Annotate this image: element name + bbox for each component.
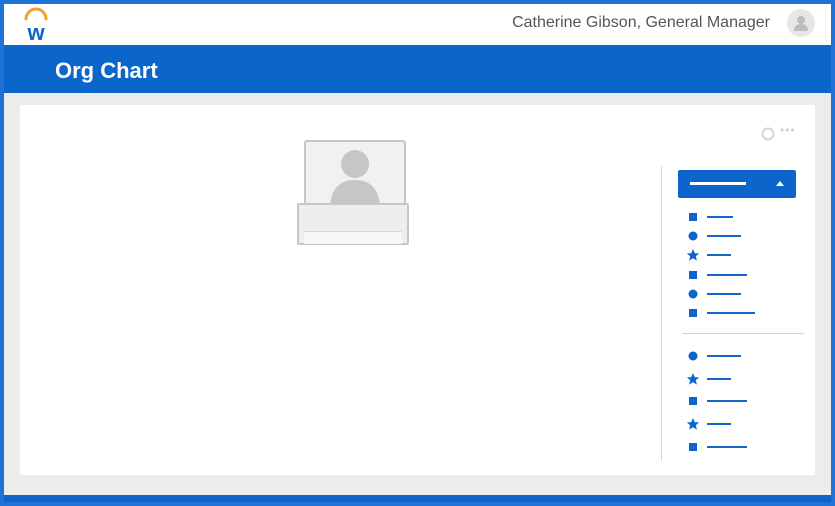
legend-item[interactable] bbox=[686, 268, 796, 282]
legend-item[interactable] bbox=[686, 248, 796, 262]
legend-item[interactable] bbox=[686, 372, 796, 386]
legend-item[interactable] bbox=[686, 287, 796, 301]
square-icon bbox=[689, 271, 697, 279]
star-icon bbox=[686, 249, 700, 261]
legend-item-line bbox=[707, 446, 747, 448]
employee-card-footer bbox=[304, 231, 402, 244]
title-bar: Org Chart bbox=[4, 45, 831, 93]
legend-item-line bbox=[707, 235, 741, 237]
legend-item[interactable] bbox=[686, 394, 796, 408]
legend-item[interactable] bbox=[686, 417, 796, 431]
legend-panel bbox=[661, 166, 804, 461]
workday-logo[interactable]: w bbox=[19, 7, 53, 43]
star-icon bbox=[686, 373, 700, 385]
chevron-up-icon bbox=[776, 181, 784, 186]
star-icon bbox=[686, 418, 700, 430]
legend-divider bbox=[682, 333, 804, 334]
user-avatar-icon[interactable] bbox=[787, 9, 815, 37]
legend-item-line bbox=[707, 355, 741, 357]
top-bar: w Catherine Gibson, General Manager bbox=[4, 4, 831, 45]
circle-icon bbox=[688, 231, 698, 241]
legend-item-line bbox=[707, 254, 731, 256]
user-name[interactable]: Catherine Gibson, General Manager bbox=[512, 14, 770, 32]
legend-header-line bbox=[690, 182, 746, 185]
legend-item-line bbox=[707, 423, 731, 425]
legend-item-line bbox=[707, 293, 741, 295]
square-icon bbox=[689, 443, 697, 451]
legend-item-line bbox=[707, 312, 755, 314]
legend-item-line bbox=[707, 216, 733, 218]
org-chart-canvas: ••• bbox=[20, 105, 815, 475]
legend-item-line bbox=[707, 274, 747, 276]
legend-toggle-button[interactable] bbox=[678, 170, 796, 198]
page-title: Org Chart bbox=[55, 58, 158, 83]
legend-item-line bbox=[707, 400, 747, 402]
app-window: w Catherine Gibson, General Manager Org … bbox=[4, 4, 831, 502]
bottom-bar bbox=[4, 495, 831, 502]
employee-card-body bbox=[297, 203, 409, 245]
square-icon bbox=[689, 213, 697, 221]
square-icon bbox=[689, 309, 697, 317]
square-icon bbox=[689, 397, 697, 405]
legend-item[interactable] bbox=[686, 210, 796, 224]
employee-card[interactable] bbox=[297, 140, 409, 246]
circle-icon bbox=[688, 289, 698, 299]
legend-item[interactable] bbox=[686, 306, 796, 320]
legend-item[interactable] bbox=[686, 349, 796, 363]
svg-text:w: w bbox=[26, 20, 45, 43]
legend-item[interactable] bbox=[686, 440, 796, 454]
legend-item-line bbox=[707, 378, 731, 380]
more-icon[interactable]: ••• bbox=[780, 123, 796, 137]
circle-icon bbox=[688, 351, 698, 361]
legend-item[interactable] bbox=[686, 229, 796, 243]
gear-icon[interactable] bbox=[761, 127, 775, 141]
